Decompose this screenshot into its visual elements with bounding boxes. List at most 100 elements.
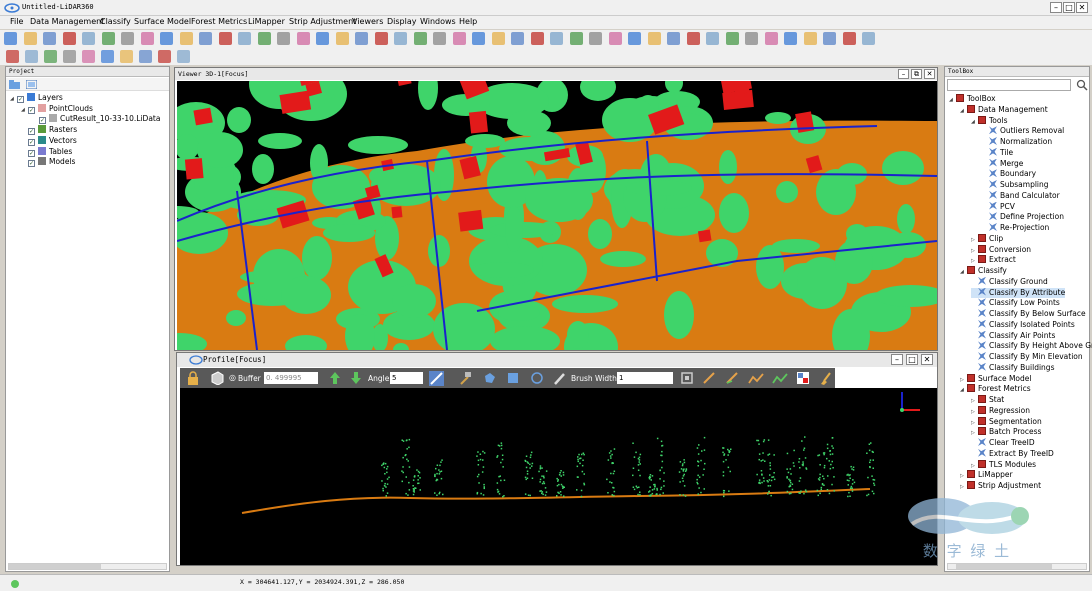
layer-checkbox[interactable]: ✓ <box>28 128 35 136</box>
expand-arrow-icon[interactable]: ▷ <box>971 235 978 245</box>
globe-alt-icon[interactable] <box>823 32 836 45</box>
toolbox-tool-item[interactable]: Re-Projection <box>982 223 1049 233</box>
select-move-icon[interactable] <box>177 50 190 63</box>
menu-forest-metrics[interactable]: Forest Metrics <box>191 17 247 26</box>
close-button[interactable]: ✕ <box>1076 2 1088 13</box>
project-tree-item[interactable]: ◢ ✓ Layers <box>10 93 63 103</box>
toolbox-folder-item[interactable]: ▷ Stat <box>971 395 1004 405</box>
shape-tool-icon[interactable] <box>63 50 76 63</box>
polyline-draw-icon[interactable] <box>725 371 739 385</box>
toolbox-tool-item[interactable]: Clear TreeID <box>971 438 1035 448</box>
profile-minimize-button[interactable]: – <box>891 354 903 365</box>
layer-checkbox[interactable]: ✓ <box>39 117 46 125</box>
sphere-icon[interactable] <box>394 32 407 45</box>
profile-close-button[interactable]: ✕ <box>921 354 933 365</box>
toolbox-search-input[interactable] <box>947 79 1071 91</box>
expand-arrow-icon[interactable]: ◢ <box>10 94 17 104</box>
project-tree-item[interactable]: ◢ ✓ PointClouds <box>21 103 93 115</box>
grid-icon[interactable] <box>120 50 133 63</box>
profile-restore-button[interactable]: □ <box>906 354 918 365</box>
sphere-tool-icon[interactable] <box>44 50 57 63</box>
toolbox-folder-item[interactable]: ▷ LiMapper <box>960 470 1013 480</box>
toolbox-folder-item[interactable]: ▷ Extract <box>971 255 1016 265</box>
open-layer-icon[interactable] <box>9 80 20 89</box>
toolbox-tool-item[interactable]: Outliers Removal <box>982 126 1064 136</box>
toolbox-tool-item[interactable]: Subsampling <box>982 180 1049 190</box>
settings-icon[interactable] <box>589 32 602 45</box>
marker-icon[interactable] <box>706 32 719 45</box>
remove-layer-icon[interactable] <box>62 32 76 45</box>
table-icon[interactable] <box>374 32 388 45</box>
toolbox-folder-item[interactable]: ▷ Regression <box>971 405 1030 416</box>
cube-alt-icon[interactable] <box>355 32 368 45</box>
rect-icon[interactable] <box>647 32 661 45</box>
toolbox-tool-item[interactable]: Classify Buildings <box>971 362 1054 373</box>
layer-view-icon[interactable] <box>569 32 583 45</box>
color-icon[interactable] <box>179 32 193 45</box>
menu-classify[interactable]: Classify <box>100 17 131 26</box>
expand-arrow-icon[interactable]: ▷ <box>971 428 978 438</box>
ruler-horizontal-icon[interactable] <box>628 32 641 45</box>
save-small-icon[interactable] <box>158 50 171 63</box>
toolbox-folder-item[interactable]: ◢ Classify <box>960 266 1007 276</box>
box-clip-icon[interactable] <box>277 32 290 45</box>
toolbox-folder-item[interactable]: ◢ Tools <box>971 115 1007 126</box>
toolbox-tool-item[interactable]: Classify By Min Elevation <box>971 352 1083 362</box>
toolbox-tool-item[interactable]: Classify Ground <box>971 276 1048 287</box>
lasso-icon[interactable] <box>482 371 496 385</box>
height-icon[interactable] <box>667 32 680 45</box>
toolbox-folder-item[interactable]: ▷ Strip Adjustment <box>960 481 1041 491</box>
curve-draw-icon[interactable] <box>748 371 764 385</box>
waveform-icon[interactable] <box>82 50 95 63</box>
project-tree-item[interactable]: ✓ Models <box>21 157 75 168</box>
layer-checkbox[interactable]: ✓ <box>17 96 24 103</box>
zoom-out-icon[interactable] <box>491 32 505 45</box>
toolbox-tool-item[interactable]: Normalization <box>982 137 1052 147</box>
polygon-icon[interactable] <box>725 32 739 45</box>
line-draw-icon[interactable] <box>702 371 716 385</box>
add-layer-icon[interactable] <box>43 32 56 45</box>
toolbox-tool-item[interactable]: Boundary <box>982 169 1036 179</box>
collapse-arrow-icon[interactable]: ◢ <box>960 385 967 395</box>
expand-arrow-icon[interactable]: ◢ <box>21 105 28 115</box>
flag-icon[interactable] <box>686 32 700 45</box>
toolbox-tool-item[interactable]: Classify By Below Surface <box>971 309 1086 319</box>
menu-strip-adjustment[interactable]: Strip Adjustment <box>289 17 356 26</box>
cube-icon[interactable] <box>335 32 349 45</box>
viewer-close-button[interactable]: ✕ <box>924 69 935 79</box>
collapse-arrow-icon[interactable]: ◢ <box>960 267 967 277</box>
menu-windows[interactable]: Windows <box>420 17 456 26</box>
expand-arrow-icon[interactable]: ▷ <box>960 482 967 492</box>
box-alt-icon[interactable] <box>316 32 329 45</box>
broom-icon[interactable] <box>819 371 833 385</box>
layer-manager-icon[interactable] <box>26 80 37 89</box>
project-scrollbar[interactable] <box>8 563 167 570</box>
waveform-alt-icon[interactable] <box>101 50 114 63</box>
expand-arrow-icon[interactable]: ▷ <box>971 418 978 428</box>
menu-viewers[interactable]: Viewers <box>352 17 383 26</box>
toolbox-folder-item[interactable]: ◢ ToolBox <box>949 94 996 104</box>
collapse-arrow-icon[interactable]: ◢ <box>949 95 956 105</box>
layer-checkbox[interactable]: ✓ <box>28 149 35 157</box>
project-tree-item[interactable]: ✓ Vectors <box>21 135 77 146</box>
maximize-button[interactable]: □ <box>1063 2 1075 13</box>
search-icon[interactable] <box>1076 79 1088 91</box>
menu-limapper[interactable]: LiMapper <box>248 17 285 26</box>
project-tree-item[interactable]: ✓ Tables <box>21 146 72 157</box>
lock-icon[interactable] <box>186 371 200 385</box>
select-box-icon[interactable] <box>257 32 271 45</box>
globe-icon[interactable] <box>413 32 427 45</box>
toolbox-folder-item[interactable]: ◢ Data Management <box>960 104 1048 116</box>
toolbox-tool-item[interactable]: Classify Air Points <box>971 330 1055 341</box>
collapse-arrow-icon[interactable]: ◢ <box>960 106 967 116</box>
open-folder-icon[interactable] <box>23 32 37 45</box>
toolbox-tool-item[interactable]: Classify Low Points <box>971 298 1060 308</box>
shape-icon[interactable] <box>842 32 856 45</box>
screen-icon[interactable] <box>550 32 563 45</box>
expand-arrow-icon[interactable]: ▷ <box>960 375 967 385</box>
expand-arrow-icon[interactable]: ▷ <box>971 256 978 266</box>
expand-arrow-icon[interactable]: ▷ <box>971 461 978 471</box>
zoom-in-icon[interactable] <box>472 32 485 45</box>
angle-input[interactable]: 5 <box>390 372 423 384</box>
expand-arrow-icon[interactable]: ▷ <box>971 396 978 406</box>
